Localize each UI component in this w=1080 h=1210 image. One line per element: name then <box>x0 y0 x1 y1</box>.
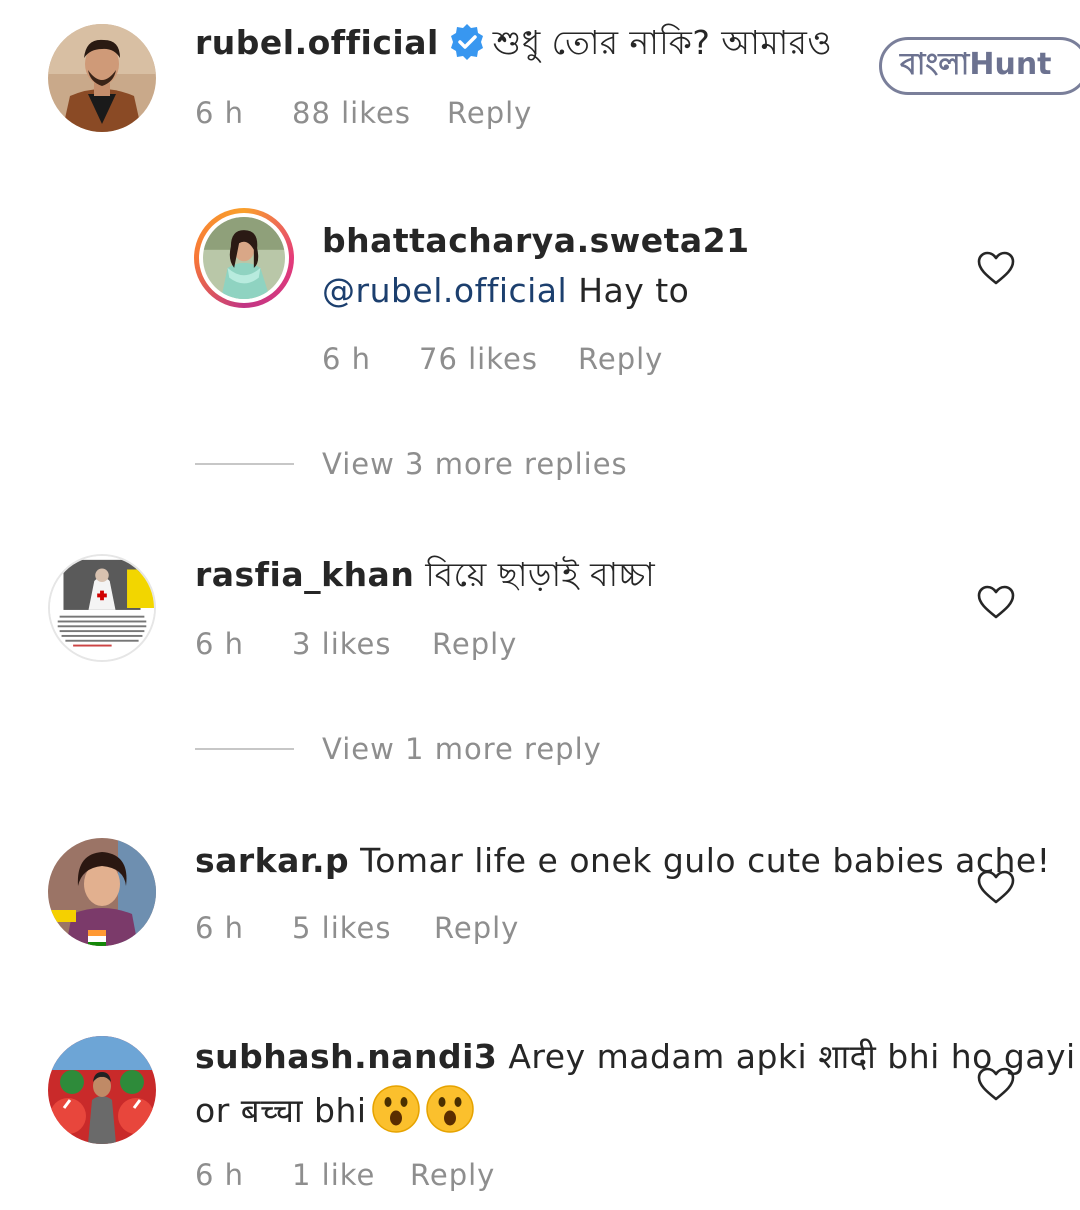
comment-text-line: bhattacharya.sweta21 <box>322 219 750 263</box>
avatar[interactable] <box>48 24 156 132</box>
comment-likes[interactable]: 1 like <box>292 1155 375 1195</box>
reply-button[interactable]: Reply <box>578 339 663 379</box>
avatar[interactable] <box>48 838 156 946</box>
hushed-face-icon <box>425 1084 475 1134</box>
comment-username[interactable]: sarkar.p <box>195 841 349 880</box>
avatar <box>203 217 285 299</box>
hushed-face-icon <box>371 1084 421 1134</box>
comment-time: 6 h <box>195 96 245 130</box>
divider-line <box>195 748 294 750</box>
view-more-replies-button[interactable]: View 1 more reply <box>195 729 795 769</box>
watermark-text: বাংলাHunt <box>900 47 1052 82</box>
heart-outline-icon[interactable] <box>976 583 1016 623</box>
reply-button[interactable]: Reply <box>434 908 519 948</box>
avatar[interactable] <box>48 554 156 662</box>
comment-body: Hay to <box>578 271 690 310</box>
comment-meta: 6 h 1 like Reply <box>195 1155 595 1195</box>
comment-likes[interactable]: 88 likes <box>292 93 411 133</box>
comment-meta: 6 h 5 likes Reply <box>195 908 595 948</box>
reply-button[interactable]: Reply <box>432 624 517 664</box>
comment-username[interactable]: rasfia_khan <box>195 555 414 594</box>
view-more-label: View 1 more reply <box>322 732 602 766</box>
view-more-replies-button[interactable]: View 3 more replies <box>195 444 795 484</box>
avatar-story-ring[interactable] <box>194 208 294 308</box>
reply-button[interactable]: Reply <box>410 1155 495 1195</box>
verified-badge-icon <box>447 22 487 62</box>
comment-text-line: subhash.nandi3 Arey madam apki शादी bhi … <box>195 1035 1076 1079</box>
comment-text-line: or बच्चा bhi <box>195 1084 475 1134</box>
comment-meta: 6 h 3 likes Reply <box>195 624 595 664</box>
view-more-label: View 3 more replies <box>322 447 628 481</box>
comment-body: Tomar life e onek gulo cute babies ache! <box>360 841 1051 880</box>
comment-time: 6 h <box>322 342 372 376</box>
comment-username[interactable]: bhattacharya.sweta21 <box>322 221 750 260</box>
heart-outline-icon[interactable] <box>976 868 1016 908</box>
comment-text-line: rubel.official শুধু তোর নাকি? আমারও <box>195 21 832 65</box>
comment-body: বিয়ে ছাড়াই বাচ্চা <box>425 555 656 594</box>
comment-time: 6 h <box>195 1158 245 1192</box>
comment-username[interactable]: subhash.nandi3 <box>195 1037 497 1076</box>
mention-link[interactable]: @rubel.official <box>322 271 567 310</box>
comment-body: শুধু তোর নাকি? আমারও <box>492 23 833 62</box>
heart-outline-icon[interactable] <box>976 1065 1016 1105</box>
comment-body-continued: or बच्चा bhi <box>195 1091 367 1130</box>
comment-meta: 6 h 76 likes Reply <box>322 339 722 379</box>
watermark-logo: বাংলাHunt <box>879 37 1080 95</box>
comment-username[interactable]: rubel.official <box>195 23 439 62</box>
comment-likes[interactable]: 76 likes <box>419 339 538 379</box>
comment-text-line: @rubel.official Hay to <box>322 269 689 313</box>
comment-meta: 6 h 88 likes Reply <box>195 93 595 133</box>
heart-outline-icon[interactable] <box>976 249 1016 289</box>
reply-button[interactable]: Reply <box>447 93 532 133</box>
comment-text-line: sarkar.p Tomar life e onek gulo cute bab… <box>195 839 1050 883</box>
comment-likes[interactable]: 3 likes <box>292 624 392 664</box>
comment-text-line: rasfia_khan বিয়ে ছাড়াই বাচ্চা <box>195 553 655 597</box>
comment-time: 6 h <box>195 911 245 945</box>
divider-line <box>195 463 294 465</box>
avatar[interactable] <box>48 1036 156 1144</box>
comment-time: 6 h <box>195 627 245 661</box>
comment-likes[interactable]: 5 likes <box>292 908 392 948</box>
